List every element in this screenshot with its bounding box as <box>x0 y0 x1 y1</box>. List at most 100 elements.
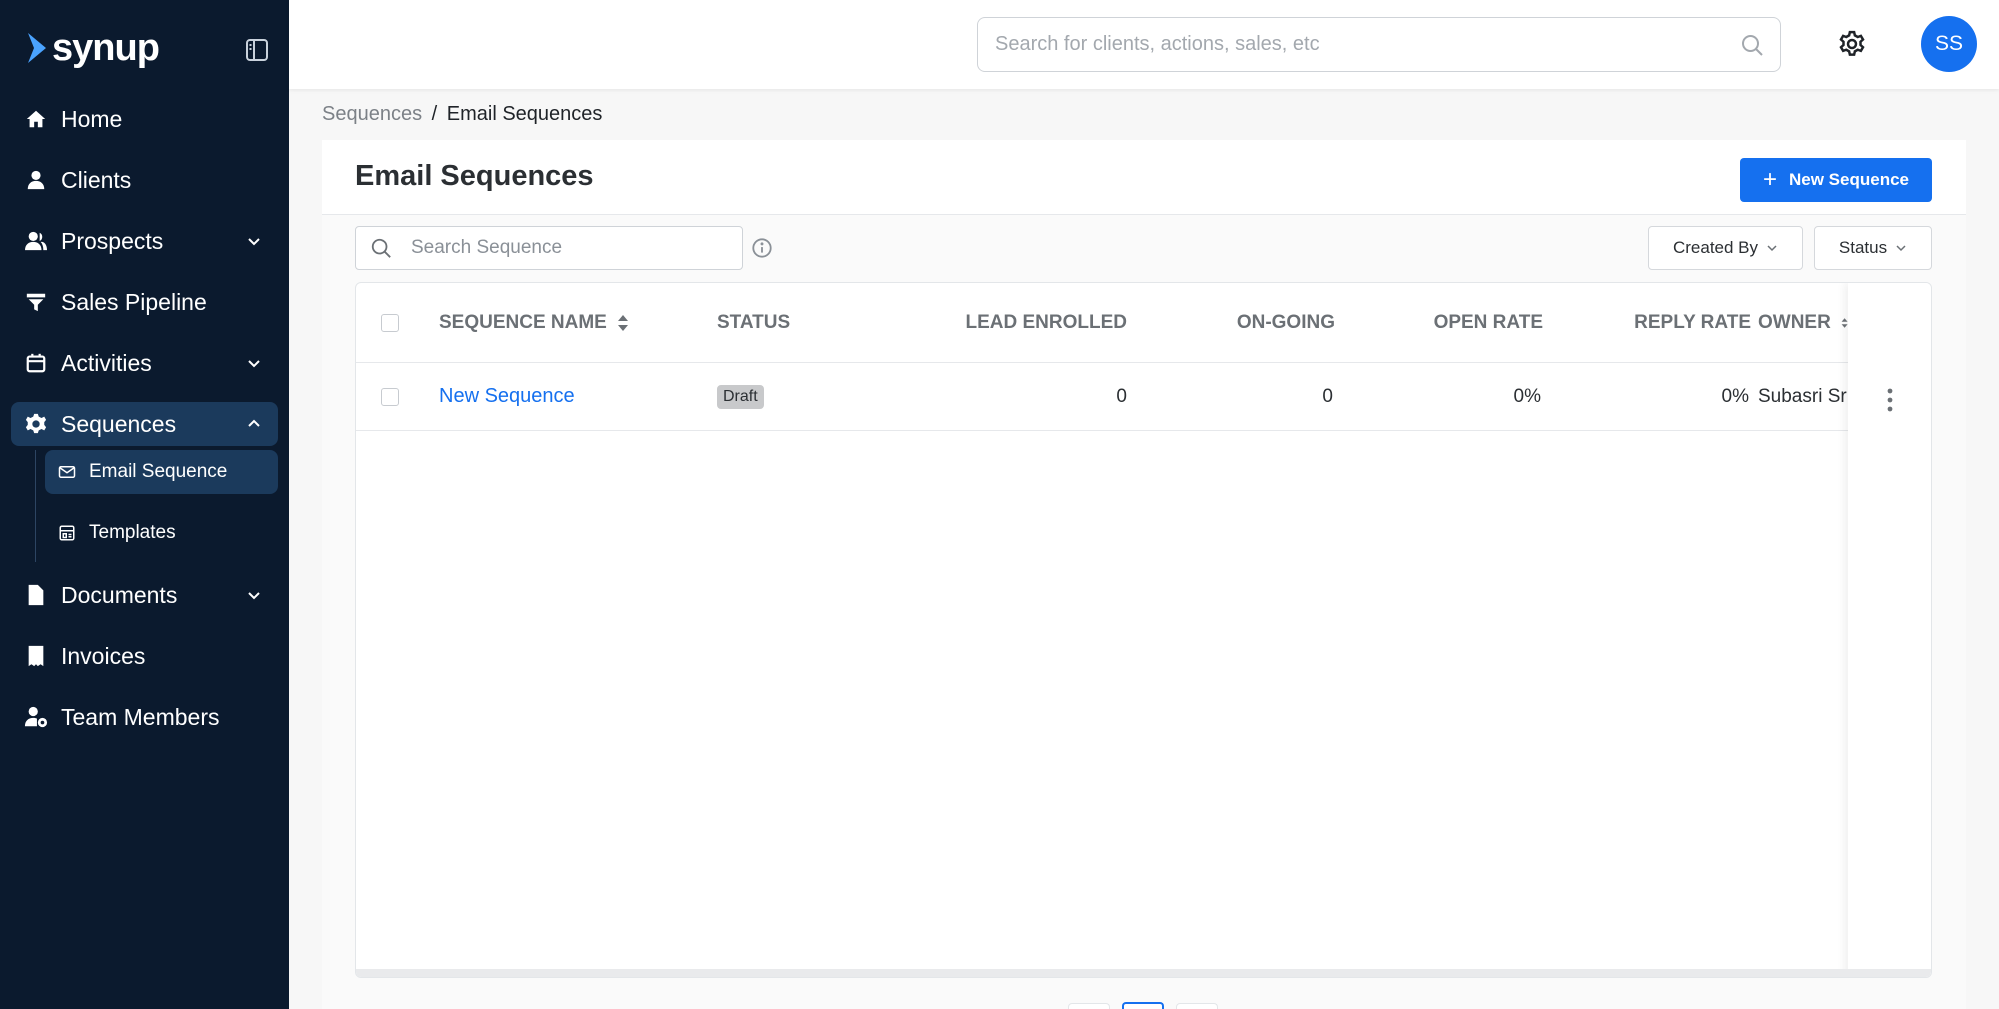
sidebar-item-templates[interactable]: Templates <box>45 511 278 555</box>
sidebar-item-sales-pipeline[interactable]: Sales Pipeline <box>11 280 278 324</box>
user-avatar[interactable]: SS <box>1921 16 1977 72</box>
column-header-ongoing: ON-GOING <box>1156 283 1335 362</box>
table-row[interactable]: New Sequence Draft 0 0 0% 0% Subasri Sr <box>356 363 1931 431</box>
sidebar-item-prospects[interactable]: Prospects <box>11 219 278 263</box>
template-icon <box>57 523 77 543</box>
sidebar-item-label: Clients <box>61 166 132 193</box>
gear-icon <box>24 412 48 436</box>
sidebar-item-email-sequence[interactable]: Email Sequence <box>45 450 278 494</box>
invoice-icon <box>24 644 48 668</box>
column-header-label: STATUS <box>717 311 791 333</box>
search-icon <box>371 238 391 258</box>
sort-icon[interactable] <box>617 314 629 332</box>
funnel-icon <box>24 290 48 314</box>
pagination-prev[interactable] <box>1068 1003 1110 1009</box>
column-header-label: LEAD ENROLLED <box>965 311 1128 333</box>
new-sequence-button[interactable]: + New Sequence <box>1740 158 1932 202</box>
sidebar-item-label: Home <box>61 105 123 132</box>
global-search-input[interactable] <box>995 33 1695 56</box>
sidebar-item-clients[interactable]: Clients <box>11 158 278 202</box>
row-actions-column <box>1848 283 1931 977</box>
pagination-next[interactable] <box>1176 1003 1218 1009</box>
sequences-card: Email Sequences + New Sequence Created B… <box>322 140 1966 1009</box>
created-by-filter[interactable]: Created By <box>1648 226 1803 270</box>
sidebar-item-invoices[interactable]: Invoices <box>11 634 278 678</box>
column-header-open-rate: OPEN RATE <box>1356 283 1543 362</box>
sidebar-item-sequences[interactable]: Sequences <box>11 402 278 446</box>
column-header-sequence-name[interactable]: SEQUENCE NAME <box>439 283 629 362</box>
sequence-search[interactable] <box>355 226 743 270</box>
breadcrumb-current: Email Sequences <box>446 103 603 125</box>
select-all-checkbox[interactable] <box>381 313 399 332</box>
user-cog-icon <box>24 705 48 729</box>
sidebar-item-label: Documents <box>61 581 178 608</box>
submenu-guide-line <box>35 450 36 562</box>
mail-icon <box>57 462 77 482</box>
status-badge: Draft <box>717 384 764 409</box>
status-label: Status <box>1838 238 1888 257</box>
chevron-down-icon[interactable] <box>244 585 264 605</box>
top-bar: SS <box>289 0 1999 89</box>
column-header-label: SEQUENCE NAME <box>439 311 607 333</box>
status-filter[interactable]: Status <box>1814 226 1932 270</box>
sidebar-item-label: Sequences <box>61 410 177 437</box>
column-header-lead-enrolled: LEAD ENROLLED <box>876 283 1128 362</box>
synup-logo[interactable]: synup <box>26 26 160 70</box>
global-search[interactable] <box>977 17 1781 72</box>
card-header: Email Sequences + New Sequence <box>322 140 1966 215</box>
breadcrumb: Sequences / Email Sequences <box>322 103 602 126</box>
breadcrumb-sequences-link[interactable]: Sequences <box>322 103 422 125</box>
search-icon[interactable] <box>1740 33 1764 57</box>
column-header-reply-rate: REPLY RATE <box>1556 283 1751 362</box>
sidebar-item-label: Invoices <box>61 642 146 669</box>
sidebar-item-label: Activities <box>61 349 152 376</box>
lead-enrolled-cell: 0 <box>1116 385 1127 407</box>
settings-gear-icon[interactable] <box>1837 29 1867 59</box>
sidebar-item-documents[interactable]: Documents <box>11 573 278 617</box>
sidebar-item-label: Team Members <box>61 703 220 730</box>
column-header-label: REPLY RATE <box>1634 311 1751 333</box>
ongoing-cell: 0 <box>1322 385 1333 407</box>
reply-rate-cell: 0% <box>1721 385 1749 407</box>
more-options-icon[interactable] <box>1880 387 1900 413</box>
created-by-label: Created By <box>1672 238 1759 257</box>
horizontal-scrollbar[interactable] <box>356 969 1931 977</box>
column-header-status: STATUS <box>717 283 790 362</box>
chevron-up-icon[interactable] <box>244 414 264 434</box>
row-select-cell <box>381 363 399 430</box>
select-all-cell <box>381 283 399 362</box>
sidebar-item-label: Templates <box>89 522 176 543</box>
synup-chevron-icon <box>28 33 46 63</box>
chevron-down-icon[interactable] <box>244 353 264 373</box>
open-rate-cell: 0% <box>1513 385 1541 407</box>
sequences-submenu: Email Sequence Templates <box>11 450 278 562</box>
sidebar-collapse-icon[interactable] <box>244 37 270 63</box>
sequence-name-link[interactable]: New Sequence <box>439 385 575 408</box>
user-icon <box>24 168 48 192</box>
table-header-row: SEQUENCE NAME STATUS LEAD ENROLLED ON-GO… <box>356 283 1931 363</box>
sidebar-item-label: Sales Pipeline <box>61 288 207 315</box>
sidebar: synup Home Clients Prospects Sales Pipel… <box>0 0 289 1009</box>
sidebar-nav: Home Clients Prospects Sales Pipeline Ac… <box>11 97 278 756</box>
sidebar-item-team-members[interactable]: Team Members <box>11 695 278 739</box>
chevron-down-icon <box>1896 245 1906 252</box>
row-checkbox[interactable] <box>381 387 399 406</box>
pagination-current-page[interactable] <box>1122 1002 1164 1009</box>
document-icon <box>24 583 48 607</box>
sidebar-item-activities[interactable]: Activities <box>11 341 278 385</box>
column-header-label: OPEN RATE <box>1433 311 1543 333</box>
page-title: Email Sequences <box>355 160 594 192</box>
sidebar-item-home[interactable]: Home <box>11 97 278 141</box>
users-icon <box>24 229 48 253</box>
sequence-search-input[interactable] <box>411 237 721 259</box>
chevron-down-icon[interactable] <box>244 231 264 251</box>
breadcrumb-separator: / <box>431 103 438 125</box>
column-header-owner[interactable]: OWNER <box>1758 283 1848 362</box>
info-icon[interactable] <box>751 237 773 259</box>
sort-icon[interactable] <box>1841 314 1848 332</box>
new-sequence-label: New Sequence <box>1789 170 1909 189</box>
sidebar-item-label: Prospects <box>61 227 164 254</box>
sequences-table: SEQUENCE NAME STATUS LEAD ENROLLED ON-GO… <box>355 282 1932 978</box>
calendar-icon <box>24 351 48 375</box>
chevron-down-icon <box>1767 245 1777 252</box>
